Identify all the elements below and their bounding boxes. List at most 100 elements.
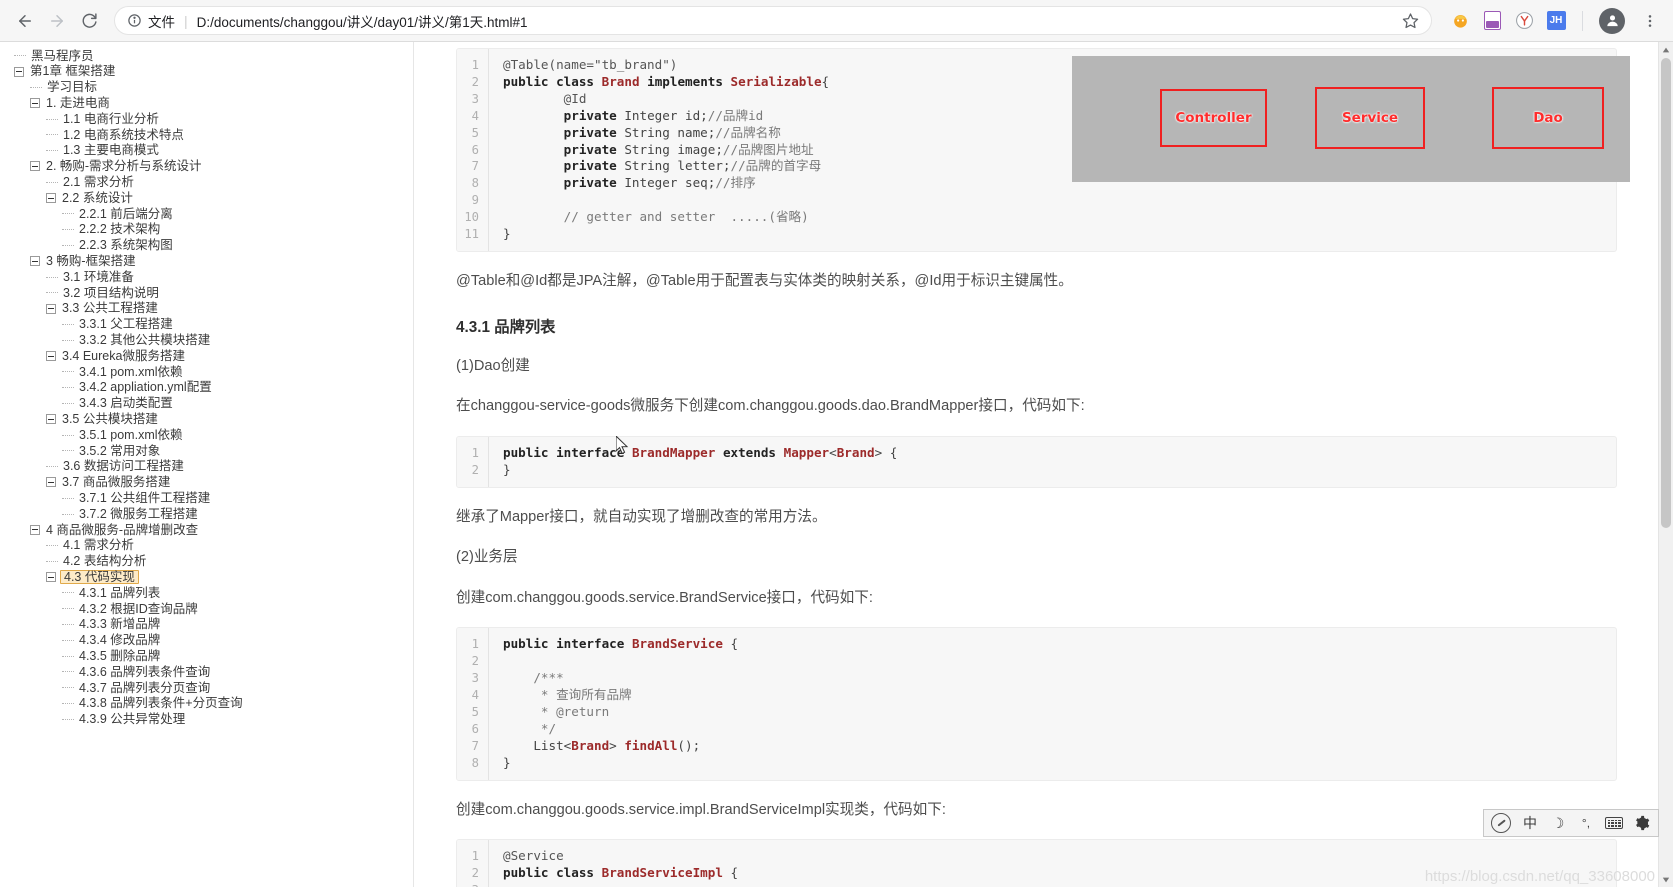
toc-item-label[interactable]: 3.4 Eureka微服务搭建 — [60, 349, 187, 364]
toc-item-15[interactable]: 3.2 项目结构说明 — [8, 285, 413, 301]
code-content[interactable]: public interface BrandMapper extends Map… — [489, 437, 1616, 487]
toc-item-10[interactable]: 2.2.1 前后端分离 — [8, 206, 413, 222]
chinese-mode-toggle[interactable]: 中 — [1516, 810, 1544, 836]
toc-item-label[interactable]: 第1章 框架搭建 — [28, 64, 117, 79]
toc-item-38[interactable]: 4.3.5 删除品牌 — [8, 648, 413, 664]
toc-item-label[interactable]: 4 商品微服务-品牌增删改查 — [44, 523, 200, 538]
toc-item-label[interactable]: 3.3.1 父工程搭建 — [77, 317, 175, 332]
toc-item-label[interactable]: 3 畅购-框架搭建 — [44, 254, 138, 269]
forward-button[interactable] — [42, 6, 72, 36]
toc-item-label[interactable]: 4.3.2 根据ID查询品牌 — [77, 602, 200, 617]
toc-item-label[interactable]: 黑马程序员 — [29, 49, 96, 64]
toc-item-25[interactable]: 3.5.2 常用对象 — [8, 443, 413, 459]
jh-extension-icon[interactable]: JH — [1546, 11, 1566, 31]
toc-item-label[interactable]: 3.6 数据访问工程搭建 — [61, 459, 186, 474]
toc-item-20[interactable]: 3.4.1 pom.xml依赖 — [8, 364, 413, 380]
toc-item-label[interactable]: 3.3.2 其他公共模块搭建 — [77, 333, 212, 348]
toc-item-label[interactable]: 学习目标 — [45, 80, 99, 95]
toc-item-label[interactable]: 3.5 公共模块搭建 — [60, 412, 160, 427]
toc-item-label[interactable]: 1.1 电商行业分析 — [61, 112, 161, 127]
toc-expand-toggle[interactable] — [46, 477, 56, 488]
moon-icon[interactable]: ☽ — [1544, 810, 1572, 836]
scrollbar-thumb[interactable] — [1661, 58, 1671, 528]
toc-item-36[interactable]: 4.3.3 新增品牌 — [8, 617, 413, 633]
toc-item-label[interactable]: 4.3.5 删除品牌 — [77, 649, 162, 664]
toc-item-label[interactable]: 2.2 系统设计 — [60, 191, 135, 206]
url-text[interactable]: D:/documents/changgou/讲义/day01/讲义/第1天.ht… — [197, 11, 1394, 31]
toc-expand-toggle[interactable] — [30, 256, 40, 267]
yandex-extension-icon[interactable] — [1514, 11, 1534, 31]
toc-item-35[interactable]: 4.3.2 根据ID查询品牌 — [8, 601, 413, 617]
toc-item-label[interactable]: 3.1 环境准备 — [61, 270, 136, 285]
toc-item-label[interactable]: 3.5.2 常用对象 — [77, 444, 162, 459]
sogou-logo-icon[interactable] — [1486, 810, 1516, 836]
toc-item-label[interactable]: 3.7.2 微服务工程搭建 — [77, 507, 200, 522]
toc-item-label[interactable]: 1.3 主要电商模式 — [61, 143, 161, 158]
toc-item-13[interactable]: 3 畅购-框架搭建 — [8, 253, 413, 269]
toc-item-5[interactable]: 1.2 电商系统技术特点 — [8, 127, 413, 143]
toc-item-29[interactable]: 3.7.2 微服务工程搭建 — [8, 506, 413, 522]
toc-item-6[interactable]: 1.3 主要电商模式 — [8, 143, 413, 159]
toc-item-17[interactable]: 3.3.1 父工程搭建 — [8, 317, 413, 333]
toc-item-label[interactable]: 3.2 项目结构说明 — [61, 286, 161, 301]
toc-item-label[interactable]: 4.3.3 新增品牌 — [77, 617, 162, 632]
toc-expand-toggle[interactable] — [46, 414, 56, 425]
bookmark-star-icon[interactable] — [1402, 12, 1419, 29]
scroll-up-arrow[interactable] — [1659, 42, 1673, 57]
toc-item-11[interactable]: 2.2.2 技术架构 — [8, 222, 413, 238]
toc-item-label[interactable]: 3.4.2 appliation.yml配置 — [77, 380, 214, 395]
toc-item-1[interactable]: 第1章 框架搭建 — [8, 64, 413, 80]
toc-item-label[interactable]: 4.3.1 品牌列表 — [77, 586, 162, 601]
toc-item-23[interactable]: 3.5 公共模块搭建 — [8, 411, 413, 427]
toc-item-label[interactable]: 4.1 需求分析 — [61, 538, 136, 553]
toc-item-label[interactable]: 4.3.7 品牌列表分页查询 — [77, 681, 212, 696]
toc-item-3[interactable]: 1. 走进电商 — [8, 95, 413, 111]
toc-item-label[interactable]: 2.2.3 系统架构图 — [77, 238, 175, 253]
toc-expand-toggle[interactable] — [30, 524, 40, 535]
code-content[interactable]: public interface BrandService { /*** * 查… — [489, 628, 1616, 779]
toc-item-30[interactable]: 4 商品微服务-品牌增删改查 — [8, 522, 413, 538]
toc-item-label[interactable]: 3.7 商品微服务搭建 — [60, 475, 172, 490]
toc-item-2[interactable]: 学习目标 — [8, 80, 413, 96]
toc-item-label[interactable]: 3.4.1 pom.xml依赖 — [77, 365, 185, 380]
toc-item-label[interactable]: 4.3.6 品牌列表条件查询 — [77, 665, 212, 680]
toc-item-28[interactable]: 3.7.1 公共组件工程搭建 — [8, 490, 413, 506]
address-bar[interactable]: 文件 | D:/documents/changgou/讲义/day01/讲义/第… — [114, 6, 1432, 35]
info-circle-icon[interactable] — [127, 13, 142, 28]
toc-item-label[interactable]: 4.2 表结构分析 — [61, 554, 148, 569]
toc-item-label[interactable]: 1. 走进电商 — [44, 96, 112, 111]
toc-item-label[interactable]: 3.5.1 pom.xml依赖 — [77, 428, 185, 443]
toc-item-8[interactable]: 2.1 需求分析 — [8, 174, 413, 190]
toc-item-label[interactable]: 2. 畅购-需求分析与系统设计 — [44, 159, 204, 174]
toc-expand-toggle[interactable] — [46, 351, 56, 362]
toc-expand-toggle[interactable] — [46, 193, 56, 204]
toc-expand-toggle[interactable] — [30, 98, 40, 109]
document-scrollbar[interactable] — [1658, 42, 1673, 887]
toc-item-16[interactable]: 3.3 公共工程搭建 — [8, 301, 413, 317]
toc-expand-toggle[interactable] — [14, 66, 24, 77]
scroll-down-arrow[interactable] — [1659, 872, 1673, 887]
reload-button[interactable] — [74, 6, 104, 36]
toc-item-42[interactable]: 4.3.9 公共异常处理 — [8, 711, 413, 727]
toc-item-0[interactable]: 黑马程序员 — [8, 48, 413, 64]
toc-item-24[interactable]: 3.5.1 pom.xml依赖 — [8, 427, 413, 443]
toc-item-21[interactable]: 3.4.2 appliation.yml配置 — [8, 380, 413, 396]
code-block-brand-service[interactable]: 12345678 public interface BrandService {… — [456, 627, 1617, 781]
toc-item-label[interactable]: 2.1 需求分析 — [61, 175, 136, 190]
toc-item-26[interactable]: 3.6 数据访问工程搭建 — [8, 459, 413, 475]
toc-item-label[interactable]: 1.2 电商系统技术特点 — [61, 128, 186, 143]
toc-item-label[interactable]: 4.3.4 修改品牌 — [77, 633, 162, 648]
table-of-contents-sidebar[interactable]: 黑马程序员 第1章 框架搭建 学习目标 1. 走进电商 1.1 电商行业分析 1.2 电商… — [0, 42, 414, 887]
toc-expand-toggle[interactable] — [46, 572, 56, 583]
toc-item-label[interactable]: 2.2.2 技术架构 — [77, 222, 162, 237]
toc-item-27[interactable]: 3.7 商品微服务搭建 — [8, 475, 413, 491]
toc-item-label[interactable]: 2.2.1 前后端分离 — [77, 207, 175, 222]
toc-item-33[interactable]: 4.3 代码实现 — [8, 569, 413, 585]
toc-item-12[interactable]: 2.2.3 系统架构图 — [8, 238, 413, 254]
input-method-toolbar[interactable]: 中 ☽ °, — [1483, 809, 1659, 837]
toc-expand-toggle[interactable] — [46, 303, 56, 314]
back-button[interactable] — [10, 6, 40, 36]
three-dot-menu-icon[interactable] — [1637, 8, 1663, 34]
toc-item-label[interactable]: 4.3.8 品牌列表条件+分页查询 — [77, 696, 245, 711]
toc-item-22[interactable]: 3.4.3 启动类配置 — [8, 396, 413, 412]
